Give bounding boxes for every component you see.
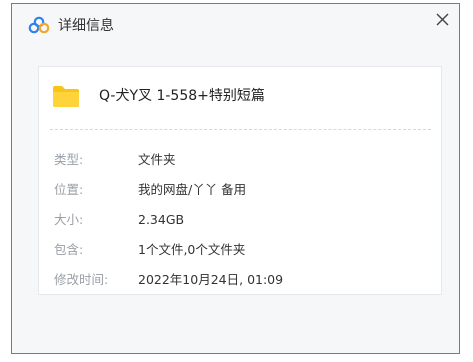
detail-label: 修改时间: [54, 272, 109, 287]
close-icon[interactable] [433, 10, 453, 30]
folder-icon [53, 86, 79, 107]
file-name: Q-犬Y叉 1-558+特别短篇 [99, 88, 265, 104]
detail-value: 2.34GB [138, 212, 185, 227]
details-dialog: 详细信息 Q-犬Y叉 1-558+特别短篇 类型: 文件夹 位置: 我的网盘/丫… [11, 3, 460, 354]
detail-label: 类型: [54, 152, 84, 167]
detail-value: 我的网盘/丫丫 备用 [138, 182, 247, 197]
detail-value: 1个文件,0个文件夹 [138, 242, 246, 257]
detail-label: 位置: [54, 182, 84, 197]
baidu-netdisk-cloud-icon [28, 16, 50, 34]
title-bar: 详细信息 [12, 4, 459, 48]
detail-value: 2022年10月24日, 01:09 [138, 272, 284, 287]
detail-label: 大小: [54, 212, 84, 227]
details-panel: Q-犬Y叉 1-558+特别短篇 类型: 文件夹 位置: 我的网盘/丫丫 备用 … [38, 66, 442, 295]
detail-value: 文件夹 [138, 152, 176, 167]
divider [50, 129, 431, 130]
dialog-title: 详细信息 [58, 18, 114, 34]
detail-label: 包含: [54, 242, 84, 257]
